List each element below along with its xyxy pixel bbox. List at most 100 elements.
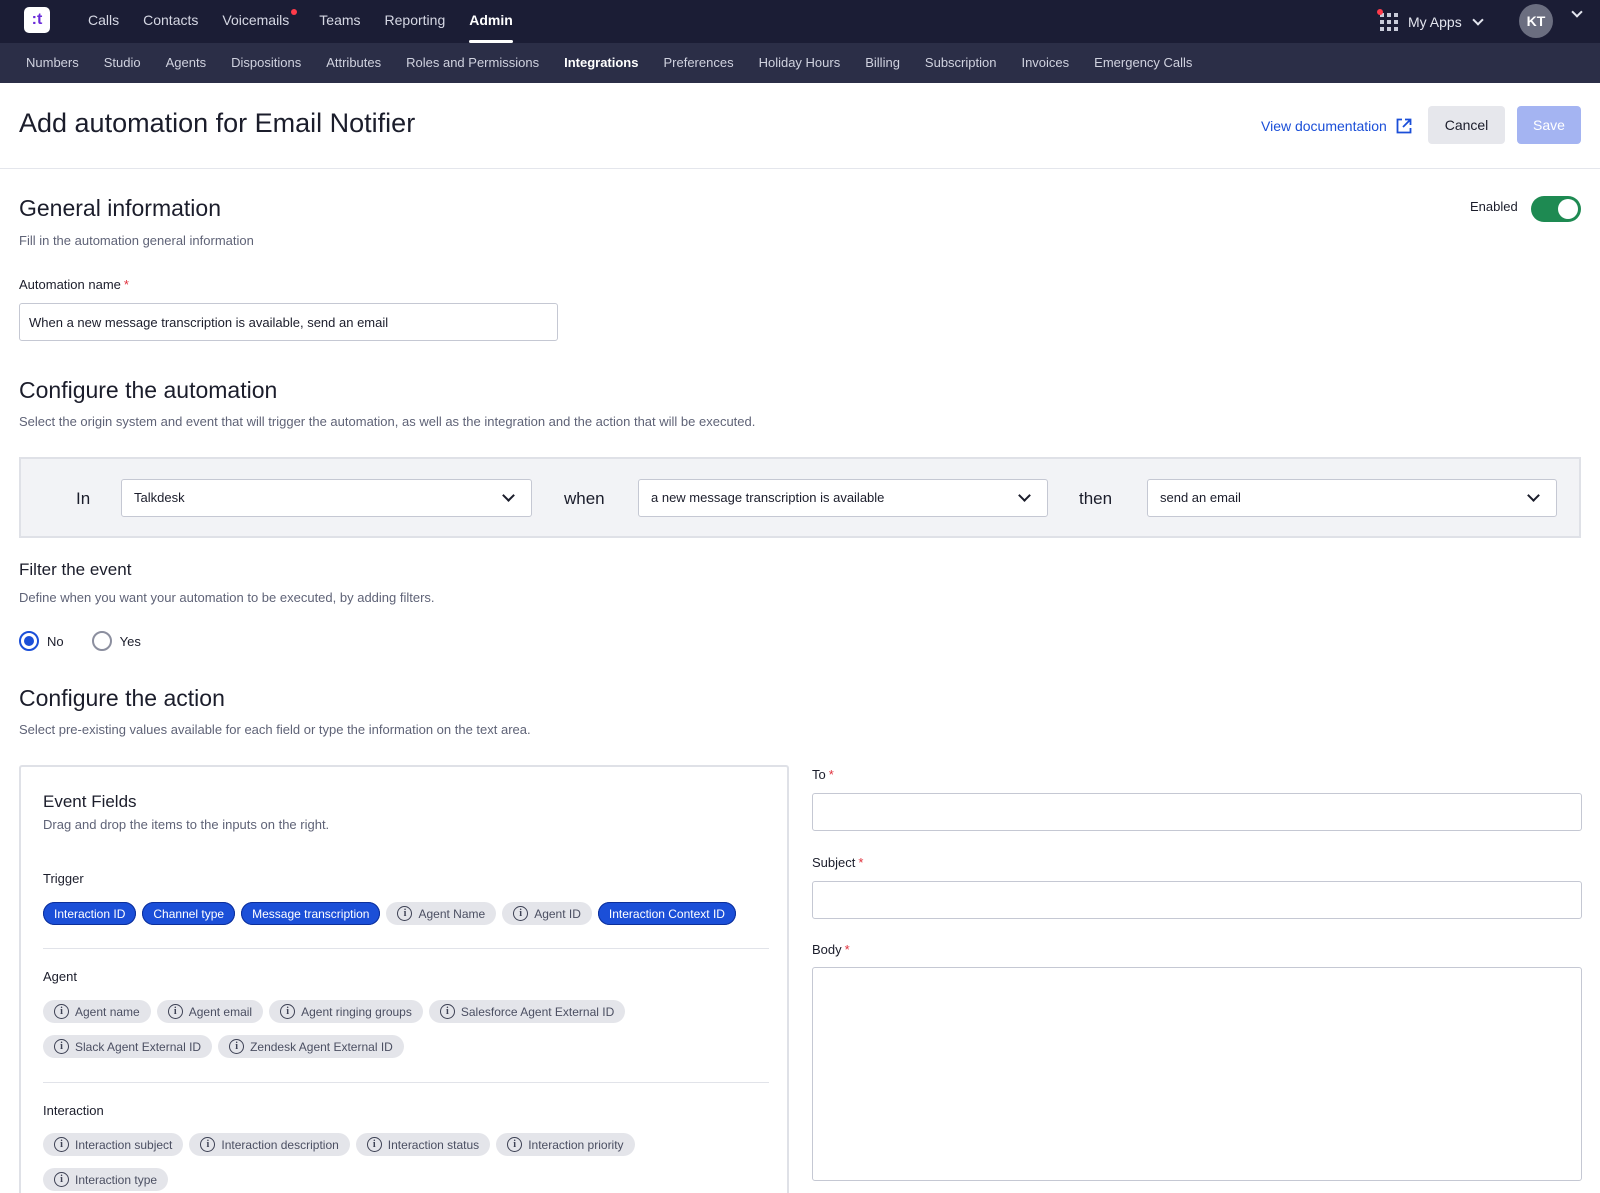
enabled-toggle[interactable] [1531, 196, 1581, 222]
to-input[interactable] [812, 793, 1582, 831]
save-button[interactable]: Save [1517, 106, 1581, 144]
field-pill-label: Interaction description [221, 1137, 339, 1152]
origin-system-select[interactable]: Talkdesk [121, 479, 532, 517]
configure-automation-description: Select the origin system and event that … [19, 414, 756, 429]
sub-nav-emergency-calls[interactable]: Emergency Calls [1094, 43, 1192, 83]
filter-no-radio[interactable] [19, 631, 39, 651]
external-link-icon [1396, 118, 1412, 134]
field-pill[interactable]: i Interaction description [189, 1133, 350, 1156]
field-pill-label: Agent ringing groups [301, 1004, 412, 1019]
field-pill[interactable]: Message transcription [241, 902, 381, 925]
field-pill[interactable]: i Slack Agent External ID [43, 1035, 213, 1058]
top-nav-admin[interactable]: Admin [469, 0, 513, 43]
field-pill[interactable]: i Interaction priority [496, 1133, 635, 1156]
field-pill[interactable]: Interaction ID [43, 902, 137, 925]
automation-name-label-text: Automation name [19, 277, 121, 292]
info-icon: i [439, 1004, 455, 1019]
sub-nav-preferences[interactable]: Preferences [663, 43, 733, 83]
required-marker: * [844, 942, 850, 957]
info-icon: i [513, 906, 529, 921]
top-nav-reporting[interactable]: Reporting [385, 0, 446, 43]
event-fields-description: Drag and drop the items to the inputs on… [43, 817, 330, 832]
my-apps-menu[interactable]: My Apps [1377, 0, 1484, 43]
trigger-group-label: Trigger [43, 871, 84, 886]
sub-nav-attributes[interactable]: Attributes [326, 43, 381, 83]
automation-rule-builder: In Talkdesk when a new message transcrip… [19, 457, 1581, 538]
top-nav-calls[interactable]: Calls [88, 0, 119, 43]
field-pill-label: Interaction subject [75, 1137, 173, 1152]
field-pill[interactable]: i Interaction type [43, 1168, 169, 1191]
agent-fields-row-2: i Slack Agent External ID i Zendesk Agent … [43, 1035, 410, 1058]
user-avatar[interactable]: KT [1519, 4, 1553, 38]
sub-nav-integrations[interactable]: Integrations [564, 43, 638, 83]
general-information-title: General information [19, 195, 221, 221]
sub-nav-invoices[interactable]: Invoices [1021, 43, 1069, 83]
sub-nav-dispositions[interactable]: Dispositions [231, 43, 301, 83]
field-pill[interactable]: i Interaction status [355, 1133, 491, 1156]
sub-nav-roles-and-permissions[interactable]: Roles and Permissions [406, 43, 539, 83]
filter-yes-radio[interactable] [91, 631, 112, 651]
field-pill[interactable]: Channel type [142, 902, 236, 925]
sub-nav-agents[interactable]: Agents [166, 43, 206, 83]
configure-action-title: Configure the action [19, 685, 225, 711]
field-pill[interactable]: i Agent Name [386, 902, 497, 925]
sub-nav: Numbers Studio Agents Dispositions Attri… [26, 43, 1217, 83]
filter-event-title: Filter the event [19, 560, 132, 579]
sub-nav-numbers[interactable]: Numbers [26, 43, 79, 83]
sub-nav-billing[interactable]: Billing [865, 43, 900, 83]
body-label: Body * [812, 942, 850, 957]
interaction-group-label: Interaction [43, 1103, 104, 1118]
origin-system-value: Talkdesk [134, 490, 185, 505]
info-icon: i [229, 1039, 245, 1054]
info-icon: i [280, 1004, 296, 1019]
top-nav-contacts[interactable]: Contacts [143, 0, 198, 43]
field-pill[interactable]: i Agent ID [502, 902, 592, 925]
info-icon: i [397, 906, 413, 921]
top-nav-teams[interactable]: Teams [319, 0, 360, 43]
divider [43, 1082, 769, 1083]
field-pill[interactable]: i Agent email [156, 1000, 264, 1023]
info-icon: i [507, 1137, 523, 1152]
body-textarea[interactable] [812, 967, 1582, 1181]
talkdesk-logo[interactable]: :t [24, 7, 50, 33]
sub-nav-studio[interactable]: Studio [104, 43, 141, 83]
sub-nav-subscription[interactable]: Subscription [925, 43, 997, 83]
info-icon: i [54, 1172, 69, 1187]
field-pill[interactable]: Interaction Context ID [597, 902, 736, 925]
in-label: In [76, 489, 91, 508]
agent-fields-row-1: i Agent name i Agent email i Agent ringing … [43, 1000, 631, 1023]
apps-grid-icon [1377, 8, 1398, 31]
interaction-fields-row-1: i Interaction subject i Interaction descri… [43, 1133, 641, 1156]
field-pill[interactable]: i Zendesk Agent External ID [218, 1035, 404, 1058]
field-pill-label: Agent ID [534, 906, 581, 921]
field-pill[interactable]: i Salesforce Agent External ID [428, 1000, 626, 1023]
toggle-knob [1558, 199, 1578, 219]
top-nav-voicemails[interactable]: Voicemails [222, 0, 298, 43]
to-label-text: To [812, 767, 826, 782]
info-icon: i [54, 1039, 69, 1054]
notification-dot-icon [291, 9, 298, 15]
field-pill-label: Agent Name [418, 906, 486, 921]
chevron-down-icon[interactable] [1571, 6, 1583, 18]
subject-label: Subject * [812, 855, 863, 870]
field-pill[interactable]: i Agent ringing groups [269, 1000, 423, 1023]
automation-name-input[interactable] [19, 303, 558, 341]
field-pill[interactable]: i Interaction subject [43, 1133, 184, 1156]
enabled-label: Enabled [1470, 199, 1518, 214]
action-select[interactable]: send an email [1147, 479, 1557, 517]
field-pill-label: Agent name [75, 1004, 140, 1019]
cancel-button[interactable]: Cancel [1428, 106, 1505, 144]
required-marker: * [123, 277, 129, 292]
info-icon: i [54, 1004, 69, 1019]
info-icon: i [167, 1004, 183, 1019]
to-label: To * [812, 767, 834, 782]
field-pill[interactable]: i Agent name [43, 1000, 151, 1023]
field-pill-label: Interaction priority [528, 1137, 624, 1152]
my-apps-label: My Apps [1408, 13, 1462, 30]
filter-event-description: Define when you want your automation to … [19, 590, 435, 605]
view-documentation-link[interactable]: View documentation [1261, 117, 1413, 135]
then-label: then [1079, 489, 1113, 508]
sub-nav-holiday-hours[interactable]: Holiday Hours [759, 43, 841, 83]
subject-input[interactable] [812, 881, 1582, 919]
trigger-event-select[interactable]: a new message transcription is available [638, 479, 1048, 517]
